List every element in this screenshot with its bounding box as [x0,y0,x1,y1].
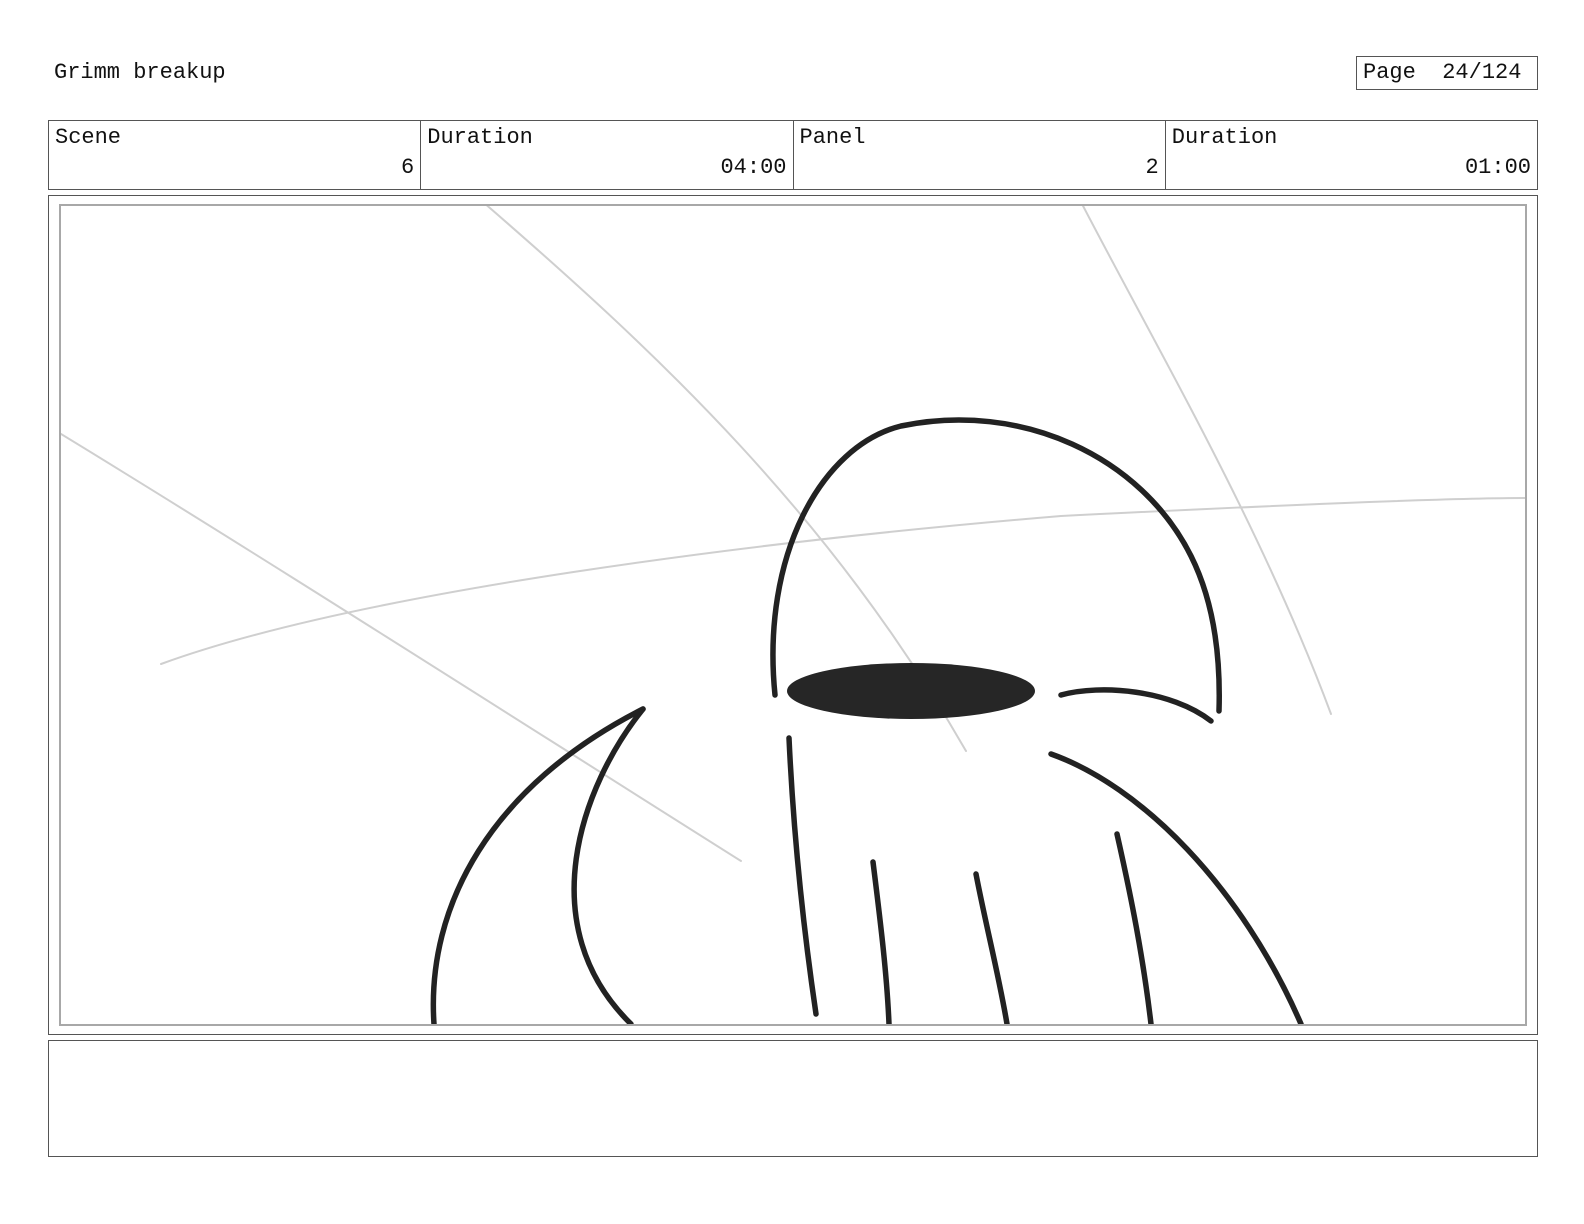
brow-line-right [1058,687,1214,724]
guide-line-diagonal-left [61,433,742,862]
panel-notes-box [48,1040,1538,1157]
tentacle-line-1 [786,735,819,1017]
scene-duration-value: 04:00 [720,155,787,180]
eye-slit-shape [787,663,1035,719]
panel-info-row: Scene 6 Duration 04:00 Panel 2 Duration … [48,120,1538,190]
panel-duration-cell: Duration 01:00 [1166,121,1537,189]
guide-line-horizon [160,497,1525,665]
guide-line-diagonal-right [1081,206,1332,715]
scene-duration-cell: Duration 04:00 [421,121,794,189]
scene-duration-label: Duration [427,125,533,150]
panel-label: Panel [799,125,866,150]
tentacle-line-2 [870,859,892,1024]
panel-value: 2 [1145,155,1159,180]
panel-duration-label: Duration [1171,125,1278,150]
scene-cell: Scene 6 [49,121,422,189]
page-label: Page [1363,60,1416,85]
horn-inner [571,706,646,1024]
storyboard-title: Grimm breakup [54,60,226,85]
panel-duration-value: 01:00 [1464,155,1531,180]
storyboard-sketch [61,206,1525,1024]
scene-label: Scene [55,125,122,150]
cheek-line-right [1048,751,1304,1024]
tentacle-line-4 [1114,831,1154,1024]
tentacle-line-3 [973,871,1010,1024]
panel-cell: Panel 2 [794,121,1166,189]
page-indicator: Page 24/124 [1356,56,1538,90]
panel-drawing-area [59,204,1527,1026]
scene-value: 6 [401,155,415,180]
head-outline [770,417,1222,714]
page-value: 24/124 [1442,60,1522,85]
